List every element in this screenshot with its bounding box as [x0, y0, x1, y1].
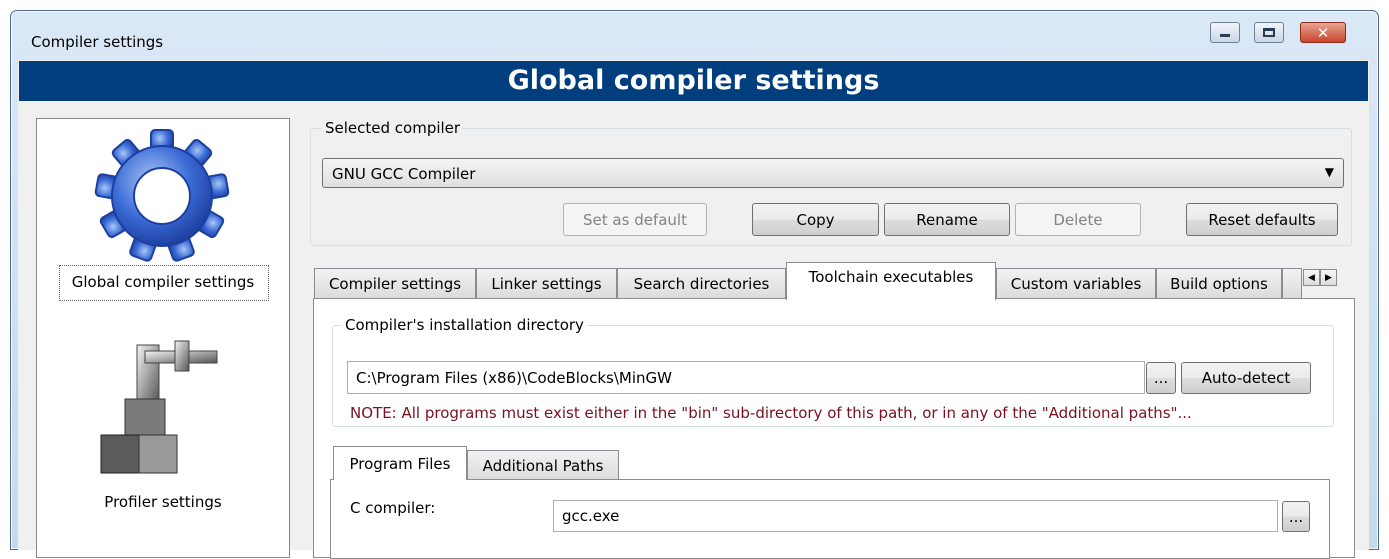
tab-linker-settings[interactable]: Linker settings — [476, 268, 617, 299]
tab-overflow[interactable] — [1282, 268, 1302, 299]
tab-compiler-settings[interactable]: Compiler settings — [314, 268, 476, 299]
sidebar-item-global-compiler-settings[interactable]: Global compiler settings — [37, 119, 289, 309]
close-button[interactable]: ✕ — [1300, 22, 1346, 43]
delete-button[interactable]: Delete — [1015, 203, 1141, 236]
tab-additional-paths[interactable]: Additional Paths — [467, 450, 619, 480]
tab-custom-variables[interactable]: Custom variables — [996, 268, 1156, 299]
compiler-select[interactable]: GNU GCC Compiler ▼ — [322, 158, 1344, 188]
sidebar-item-label: Global compiler settings — [71, 273, 255, 291]
tab-program-files[interactable]: Program Files — [333, 446, 467, 480]
sidebar-item-label: Profiler settings — [104, 493, 222, 511]
chevron-down-icon: ▼ — [1324, 165, 1334, 179]
selected-compiler-label: Selected compiler — [322, 119, 464, 137]
minimize-button[interactable] — [1210, 22, 1240, 43]
tab-search-directories[interactable]: Search directories — [617, 268, 786, 299]
profiler-icon — [100, 340, 218, 474]
title-bar[interactable]: Compiler settings ✕ — [11, 11, 1378, 63]
c-compiler-input[interactable]: gcc.exe — [553, 500, 1278, 532]
installation-directory-input[interactable]: C:\Program Files (x86)\CodeBlocks\MinGW — [347, 361, 1145, 394]
reset-defaults-button[interactable]: Reset defaults — [1186, 203, 1338, 236]
window-title: Compiler settings — [31, 33, 164, 51]
gear-icon — [94, 129, 230, 262]
browse-c-compiler-button[interactable]: ... — [1282, 501, 1310, 532]
c-compiler-label: C compiler: — [350, 499, 436, 517]
close-icon: ✕ — [1316, 23, 1330, 42]
installation-directory-label: Compiler's installation directory — [342, 316, 587, 334]
banner-title: Global compiler settings — [19, 61, 1368, 101]
browse-directory-button[interactable]: ... — [1146, 362, 1176, 394]
compiler-select-value: GNU GCC Compiler — [332, 165, 476, 183]
sidebar-item-profiler-settings[interactable]: Profiler settings — [37, 329, 289, 529]
installation-note: NOTE: All programs must exist either in … — [350, 404, 1192, 422]
auto-detect-button[interactable]: Auto-detect — [1181, 362, 1311, 394]
minimize-icon — [1220, 34, 1230, 37]
tab-scroll-left-button[interactable]: ◀ — [1303, 269, 1320, 286]
maximize-button[interactable] — [1254, 22, 1284, 43]
settings-category-list[interactable]: Global compiler settings Profiler settin… — [36, 118, 290, 558]
maximize-icon — [1263, 28, 1275, 37]
set-as-default-button[interactable]: Set as default — [563, 203, 707, 236]
copy-button[interactable]: Copy — [752, 203, 879, 236]
rename-button[interactable]: Rename — [884, 203, 1010, 236]
tab-scroll-right-button[interactable]: ▶ — [1320, 269, 1337, 286]
tab-build-options[interactable]: Build options — [1156, 268, 1282, 299]
tab-toolchain-executables[interactable]: Toolchain executables — [786, 262, 996, 300]
